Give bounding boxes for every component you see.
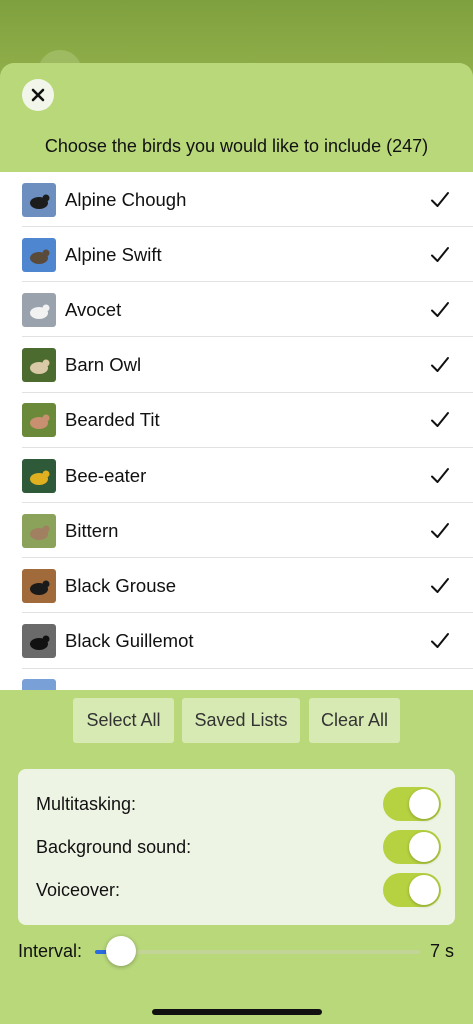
bird-thumbnail bbox=[22, 513, 56, 548]
checkmark-icon bbox=[430, 466, 450, 486]
checkmark-icon bbox=[430, 410, 450, 430]
bird-row[interactable]: Alpine Chough bbox=[0, 172, 473, 227]
checkmark-icon bbox=[430, 245, 450, 265]
bird-row[interactable]: Black Grouse bbox=[0, 558, 473, 614]
toggle-knob bbox=[409, 875, 439, 905]
bird-thumbnail bbox=[22, 182, 56, 217]
checkmark-icon bbox=[430, 576, 450, 596]
checkmark-icon bbox=[430, 300, 450, 320]
home-indicator bbox=[152, 1009, 322, 1015]
interval-slider-thumb[interactable] bbox=[106, 936, 136, 966]
bird-thumbnail bbox=[22, 624, 56, 659]
setting-label: Voiceover: bbox=[36, 879, 121, 900]
bird-thumbnail bbox=[22, 458, 56, 493]
bird-row[interactable]: Barn Owl bbox=[0, 338, 473, 393]
bird-name: Black Guillemot bbox=[65, 630, 194, 652]
bird-row[interactable]: Black Guillemot bbox=[0, 614, 473, 669]
checkmark-icon bbox=[430, 355, 450, 375]
bird-name: Barn Owl bbox=[65, 354, 142, 376]
bird-row[interactable]: Bearded Tit bbox=[0, 393, 473, 448]
interval-label: Interval: bbox=[18, 941, 83, 961]
bird-name: Avocet bbox=[65, 298, 122, 320]
setting-voiceover: Voiceover: bbox=[18, 870, 455, 910]
bird-row[interactable]: Alpine Swift bbox=[0, 227, 473, 283]
select-all-button[interactable]: Select All bbox=[73, 698, 174, 743]
toggle-knob bbox=[409, 832, 439, 862]
bird-name: Black Grouse bbox=[65, 574, 177, 596]
setting-background-sound: Background sound: bbox=[18, 827, 455, 867]
close-icon bbox=[31, 88, 45, 102]
bird-thumbnail bbox=[22, 237, 56, 272]
bird-name: Bearded Tit bbox=[65, 409, 160, 431]
setting-label: Multitasking: bbox=[36, 793, 137, 814]
checkmark-icon bbox=[430, 631, 450, 651]
bird-row[interactable]: Bee-eater bbox=[0, 448, 473, 503]
clear-all-button[interactable]: Clear All bbox=[309, 698, 400, 743]
bird-row[interactable]: Bittern bbox=[0, 503, 473, 559]
multitasking-toggle[interactable] bbox=[383, 787, 441, 821]
bird-name: Bittern bbox=[65, 519, 119, 541]
close-button[interactable] bbox=[22, 79, 54, 111]
checkmark-icon bbox=[430, 190, 450, 210]
interval-value: 7 s bbox=[430, 941, 455, 961]
setting-label: Background sound: bbox=[36, 836, 192, 857]
setting-multitasking: Multitasking: bbox=[18, 784, 455, 824]
checkmark-icon bbox=[430, 521, 450, 541]
background-sound-toggle[interactable] bbox=[383, 830, 441, 864]
bird-row[interactable] bbox=[0, 669, 473, 690]
bird-thumbnail bbox=[22, 403, 56, 438]
bird-row[interactable]: Avocet bbox=[0, 282, 473, 338]
bird-thumbnail bbox=[22, 679, 56, 690]
bird-thumbnail bbox=[22, 348, 56, 383]
bird-thumbnail bbox=[22, 568, 56, 603]
bird-name: Bee-eater bbox=[65, 464, 147, 486]
page-title: Choose the birds you would like to inclu… bbox=[44, 136, 429, 156]
bird-name: Alpine Swift bbox=[65, 243, 162, 265]
toggle-knob bbox=[409, 789, 439, 819]
bird-name: Alpine Chough bbox=[65, 188, 187, 210]
bird-list[interactable]: Alpine Chough Alpine Swift Avocet Barn Owl B… bbox=[0, 172, 473, 690]
voiceover-toggle[interactable] bbox=[383, 873, 441, 907]
bird-thumbnail bbox=[22, 292, 56, 327]
saved-lists-button[interactable]: Saved Lists bbox=[182, 698, 300, 743]
interval-slider-track[interactable] bbox=[95, 950, 420, 954]
